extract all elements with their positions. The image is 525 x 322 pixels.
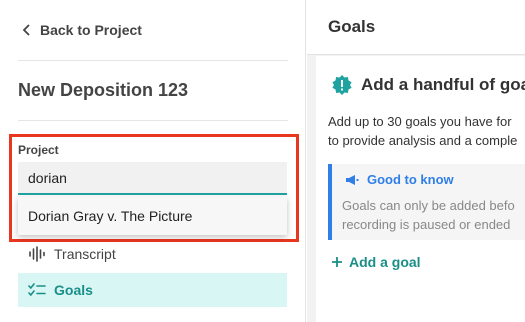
- chevron-left-icon: [22, 24, 30, 36]
- nav-item-transcript[interactable]: Transcript: [18, 237, 287, 271]
- sidebar: Back to Project New Deposition 123 Proje…: [0, 0, 306, 322]
- tip-title: Good to know: [367, 172, 454, 187]
- plus-icon: [332, 257, 342, 267]
- nav-label: Transcript: [54, 246, 116, 262]
- alert-badge-icon: [332, 75, 352, 95]
- project-input[interactable]: [18, 162, 287, 195]
- back-to-project-link[interactable]: Back to Project: [22, 18, 142, 42]
- add-goal-button[interactable]: Add a goal: [331, 254, 421, 270]
- desc-line: Add up to 30 goals you have for: [328, 114, 512, 129]
- add-goal-label: Add a goal: [349, 254, 421, 270]
- nav-item-goals[interactable]: Goals: [18, 273, 287, 307]
- divider: [18, 120, 288, 121]
- divider: [18, 60, 288, 61]
- card-title: Add a handful of goa: [361, 75, 525, 94]
- megaphone-icon: [346, 174, 359, 185]
- nav-label: Goals: [54, 282, 93, 298]
- tip-title-row: Good to know: [345, 172, 454, 187]
- deposition-title: New Deposition 123: [18, 80, 189, 100]
- page-title: Goals: [328, 17, 376, 36]
- goals-card: Add a handful of goa Add up to 30 goals …: [316, 56, 525, 322]
- main-header: Goals: [307, 0, 525, 55]
- dropdown-option[interactable]: Dorian Gray v. The Picture: [18, 197, 287, 235]
- checklist-icon: [28, 283, 46, 297]
- card-title-row: Add a handful of goa: [331, 74, 525, 96]
- project-label: Project: [18, 143, 59, 157]
- back-label: Back to Project: [40, 22, 142, 38]
- tip-text: Goals can only be added befo recording i…: [342, 196, 515, 234]
- waveform-icon: [29, 246, 45, 262]
- info-tip: Good to know Goals can only be added bef…: [328, 164, 525, 240]
- tip-line: recording is paused or ended: [342, 217, 511, 232]
- main-panel: Goals Add a handful of goa Add up to 30 …: [307, 0, 525, 322]
- desc-line: to provide analysis and a comple: [328, 133, 518, 148]
- project-dropdown: Dorian Gray v. The Picture: [18, 197, 287, 235]
- card-description: Add up to 30 goals you have for to provi…: [328, 112, 525, 150]
- tip-line: Goals can only be added befo: [342, 198, 515, 213]
